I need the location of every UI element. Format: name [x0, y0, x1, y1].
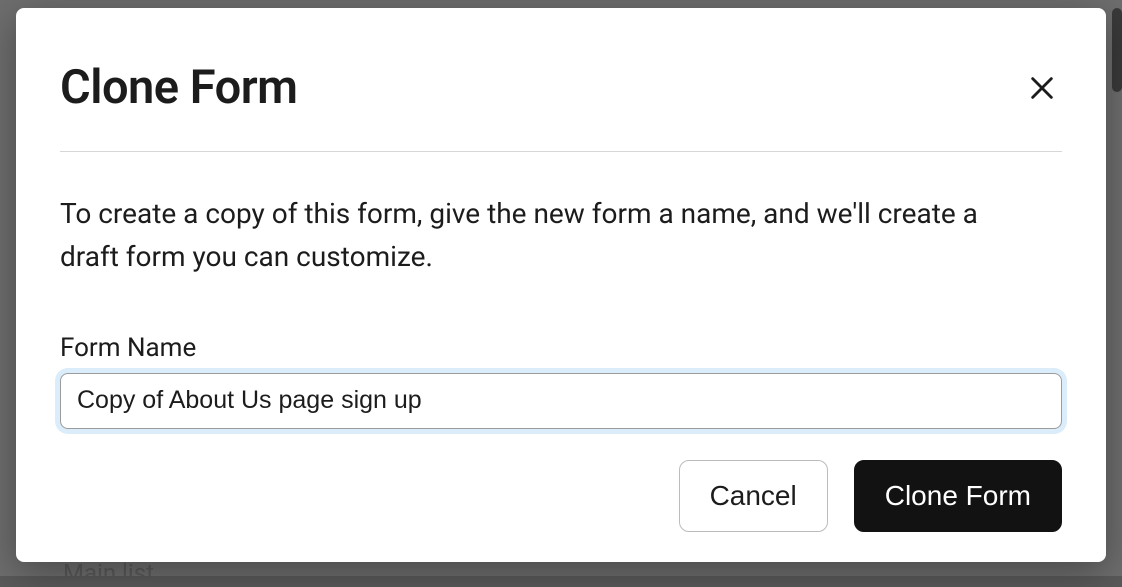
background-text: Main list [63, 559, 154, 587]
form-name-input-wrap [60, 373, 1062, 429]
clone-form-dialog: Clone Form To create a copy of this form… [16, 8, 1106, 562]
page-scrollbar[interactable] [1112, 8, 1122, 92]
dialog-description: To create a copy of this form, give the … [60, 192, 1040, 279]
close-icon [1028, 90, 1056, 105]
form-name-label: Form Name [60, 333, 1062, 363]
form-name-input[interactable] [60, 373, 1062, 429]
dialog-footer: Cancel Clone Form [679, 460, 1062, 532]
clone-form-button[interactable]: Clone Form [854, 460, 1062, 532]
dialog-body: To create a copy of this form, give the … [16, 152, 1106, 429]
dialog-title: Clone Form [60, 60, 297, 115]
cancel-button[interactable]: Cancel [679, 460, 828, 532]
dialog-header: Clone Form [16, 8, 1106, 151]
close-button[interactable] [1022, 68, 1062, 108]
